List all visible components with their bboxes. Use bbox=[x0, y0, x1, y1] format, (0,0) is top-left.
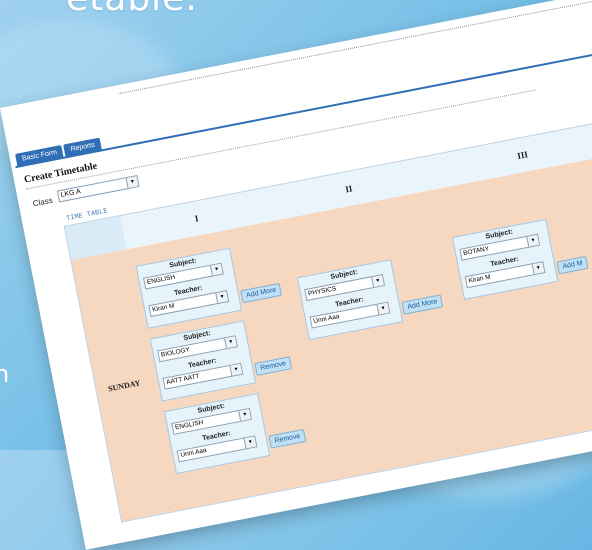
entry-card: Subject: ENGLISH ▾ Teacher: Unni Aaa ▾ bbox=[163, 392, 271, 475]
teacher-value: Unni Aaa bbox=[179, 446, 208, 459]
add-more-button[interactable]: Add More bbox=[401, 294, 444, 315]
class-select-value: LKG A bbox=[60, 188, 82, 199]
chevron-down-icon[interactable]: ▾ bbox=[238, 409, 251, 421]
chevron-down-icon[interactable]: ▾ bbox=[243, 436, 257, 449]
chevron-down-icon[interactable]: ▾ bbox=[526, 234, 539, 247]
remove-button[interactable]: Remove bbox=[254, 356, 293, 376]
chevron-down-icon[interactable]: ▾ bbox=[224, 336, 237, 349]
add-more-button[interactable]: Add More bbox=[240, 282, 283, 304]
class-label: Class bbox=[32, 195, 54, 209]
teacher-value: Kiran M bbox=[151, 302, 176, 314]
subject-value: ENGLISH bbox=[174, 419, 204, 432]
subject-value: ENGLISH bbox=[146, 273, 176, 287]
remove-button[interactable]: Remove bbox=[268, 428, 307, 449]
entry-card: Subject: BIOLOGY ▾ Teacher: AATT AATT ▾ bbox=[149, 320, 257, 402]
add-more-button[interactable]: Add M bbox=[556, 255, 589, 275]
chevron-down-icon[interactable]: ▾ bbox=[229, 363, 243, 376]
teacher-value: AATT AATT bbox=[165, 372, 201, 387]
subject-value: PHYSICS bbox=[307, 285, 337, 298]
entry-card: Subject: PHYSICS ▾ Teacher: Unni Aaa ▾ bbox=[296, 259, 404, 341]
subject-value: BOTANY bbox=[462, 245, 490, 258]
entry-card: Subject: BOTANY ▾ Teacher: Kiran M ▾ bbox=[451, 218, 559, 300]
subject-value: BIOLOGY bbox=[160, 346, 191, 359]
chevron-down-icon[interactable]: ▾ bbox=[371, 275, 384, 288]
side-text-left: n bbox=[0, 360, 10, 388]
entry-card: Subject: ENGLISH ▾ Teacher: Kiran M ▾ bbox=[135, 247, 243, 329]
chevron-down-icon[interactable]: ▾ bbox=[376, 302, 390, 315]
chevron-down-icon[interactable]: ▾ bbox=[531, 262, 545, 275]
slide-heading: etable. bbox=[66, 0, 198, 19]
chevron-down-icon[interactable]: ▾ bbox=[209, 263, 223, 276]
chevron-down-icon[interactable]: ▾ bbox=[125, 176, 139, 189]
teacher-value: Unni Aaa bbox=[312, 313, 341, 326]
teacher-value: Kiran M bbox=[468, 273, 492, 285]
chevron-down-icon[interactable]: ▾ bbox=[215, 291, 229, 304]
timetable-grid: I II III SUNDAY Subject: ENGLISH ▾ Teache… bbox=[63, 118, 592, 523]
